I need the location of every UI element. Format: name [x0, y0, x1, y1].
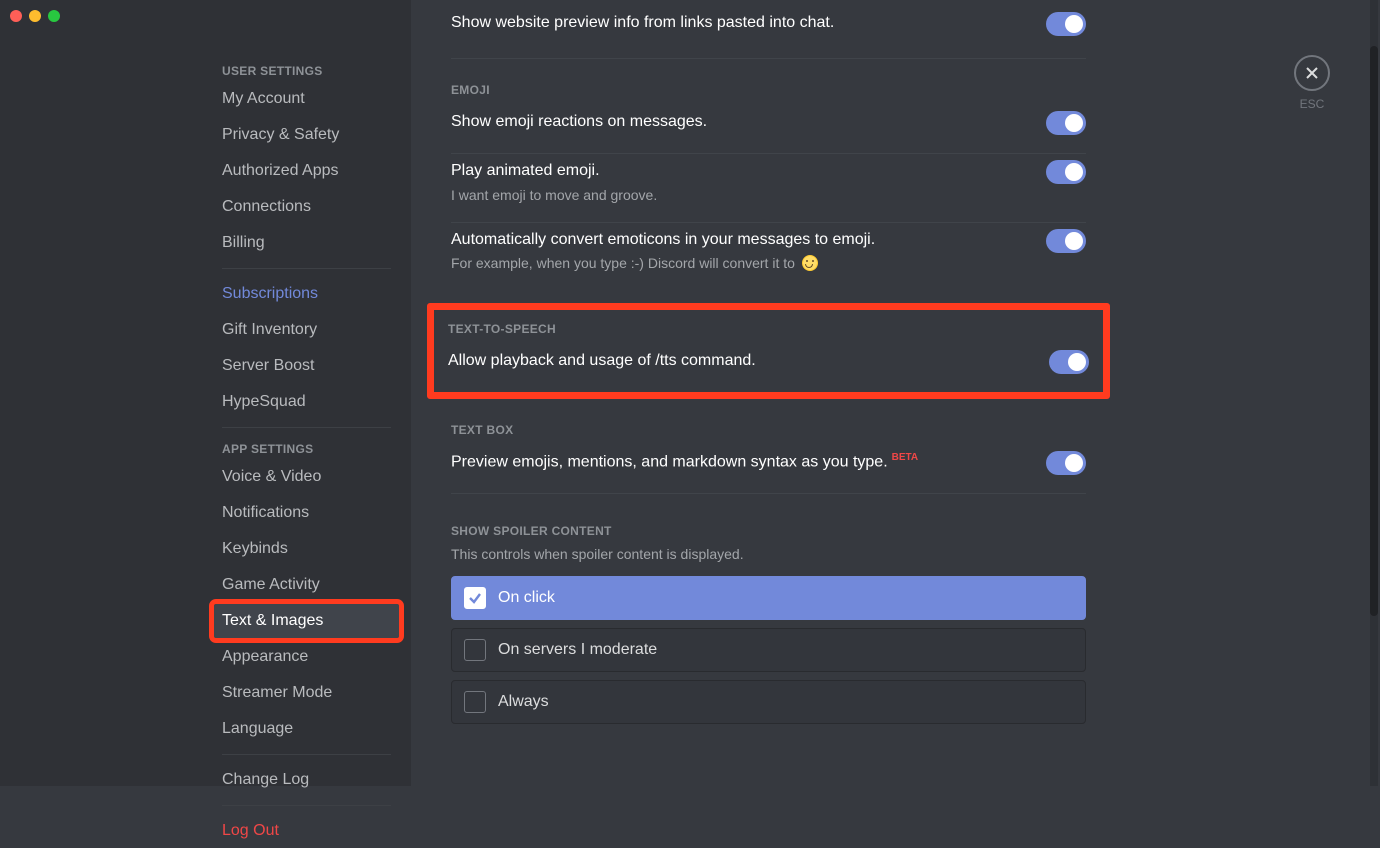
setting-animated-emoji: Play animated emoji. I want emoji to mov… [451, 154, 1086, 223]
sidebar-divider [222, 268, 391, 269]
smile-emoji-icon [802, 255, 818, 271]
checkbox-icon [464, 587, 486, 609]
sidebar-item-gift-inventory[interactable]: Gift Inventory [214, 313, 399, 347]
setting-title: Play animated emoji. [451, 160, 657, 182]
close-button[interactable] [1294, 55, 1330, 91]
checkbox-icon [464, 691, 486, 713]
setting-title: Show emoji reactions on messages. [451, 111, 707, 133]
sidebar-item-notifications[interactable]: Notifications [214, 496, 399, 530]
setting-textbox-preview: Preview emojis, mentions, and markdown s… [451, 445, 1086, 494]
checkbox-icon [464, 639, 486, 661]
close-area: ESC [1294, 55, 1330, 111]
scrollbar-thumb[interactable] [1370, 46, 1378, 616]
setting-emoji-reactions: Show emoji reactions on messages. [451, 105, 1086, 154]
app-settings-header: APP SETTINGS [214, 436, 399, 460]
setting-title: Allow playback and usage of /tts command… [448, 350, 756, 372]
setting-title-text: Preview emojis, mentions, and markdown s… [451, 453, 888, 470]
sidebar-item-authorized-apps[interactable]: Authorized Apps [214, 154, 399, 188]
spoiler-option-label: Always [498, 693, 549, 711]
sidebar-divider [222, 754, 391, 755]
sidebar-item-hypesquad[interactable]: HypeSquad [214, 385, 399, 419]
sidebar-item-keybinds[interactable]: Keybinds [214, 532, 399, 566]
sidebar-item-appearance[interactable]: Appearance [214, 640, 399, 674]
sidebar-item-language[interactable]: Language [214, 712, 399, 746]
setting-subtitle: I want emoji to move and groove. [451, 186, 657, 204]
setting-title: Automatically convert emoticons in your … [451, 229, 875, 251]
close-icon [1304, 65, 1320, 81]
sidebar-item-subscriptions[interactable]: Subscriptions [214, 277, 399, 311]
maximize-window-icon[interactable] [48, 10, 60, 22]
toggle-link-preview[interactable] [1046, 12, 1086, 36]
spoiler-header: SHOW SPOILER CONTENT [451, 524, 1340, 538]
sidebar: USER SETTINGS My Account Privacy & Safet… [0, 0, 411, 786]
sidebar-divider [222, 427, 391, 428]
user-settings-header: USER SETTINGS [214, 58, 399, 82]
sidebar-item-log-out[interactable]: Log Out [214, 814, 399, 848]
sidebar-item-server-boost[interactable]: Server Boost [214, 349, 399, 383]
spoiler-option-label: On servers I moderate [498, 641, 657, 659]
setting-title: Preview emojis, mentions, and markdown s… [451, 451, 918, 473]
toggle-convert-emoticons[interactable] [1046, 229, 1086, 253]
sidebar-item-privacy-safety[interactable]: Privacy & Safety [214, 118, 399, 152]
esc-label: ESC [1294, 97, 1330, 111]
setting-title: Show website preview info from links pas… [451, 12, 834, 34]
content-area: ESC Show website preview info from links… [411, 0, 1380, 786]
highlight-tts-section: TEXT-TO-SPEECH Allow playback and usage … [427, 303, 1110, 399]
settings-layout: USER SETTINGS My Account Privacy & Safet… [0, 0, 1380, 786]
spoiler-option-moderate[interactable]: On servers I moderate [451, 628, 1086, 672]
sidebar-item-my-account[interactable]: My Account [214, 82, 399, 116]
emoji-header: EMOJI [451, 83, 1340, 97]
setting-tts: Allow playback and usage of /tts command… [448, 344, 1089, 374]
sidebar-item-connections[interactable]: Connections [214, 190, 399, 224]
sidebar-item-streamer-mode[interactable]: Streamer Mode [214, 676, 399, 710]
setting-link-preview: Show website preview info from links pas… [451, 0, 1086, 59]
spoiler-option-on-click[interactable]: On click [451, 576, 1086, 620]
spoiler-option-always[interactable]: Always [451, 680, 1086, 724]
close-window-icon[interactable] [10, 10, 22, 22]
sidebar-item-billing[interactable]: Billing [214, 226, 399, 260]
toggle-tts[interactable] [1049, 350, 1089, 374]
toggle-animated-emoji[interactable] [1046, 160, 1086, 184]
toggle-emoji-reactions[interactable] [1046, 111, 1086, 135]
spoiler-option-label: On click [498, 589, 555, 607]
beta-badge: BETA [892, 452, 918, 463]
sidebar-item-game-activity[interactable]: Game Activity [214, 568, 399, 602]
textbox-header: TEXT BOX [451, 423, 1340, 437]
sidebar-item-text-images[interactable]: Text & Images [214, 604, 399, 638]
sidebar-divider [222, 805, 391, 806]
setting-subtitle: For example, when you type :-) Discord w… [451, 254, 875, 272]
window-controls [10, 10, 60, 22]
sidebar-item-voice-video[interactable]: Voice & Video [214, 460, 399, 494]
sidebar-item-change-log[interactable]: Change Log [214, 763, 399, 797]
spoiler-description: This controls when spoiler content is di… [451, 546, 1086, 562]
minimize-window-icon[interactable] [29, 10, 41, 22]
setting-convert-emoticons: Automatically convert emoticons in your … [451, 223, 1086, 281]
setting-subtitle-text: For example, when you type :-) Discord w… [451, 255, 799, 271]
toggle-textbox-preview[interactable] [1046, 451, 1086, 475]
tts-header: TEXT-TO-SPEECH [448, 322, 1089, 336]
